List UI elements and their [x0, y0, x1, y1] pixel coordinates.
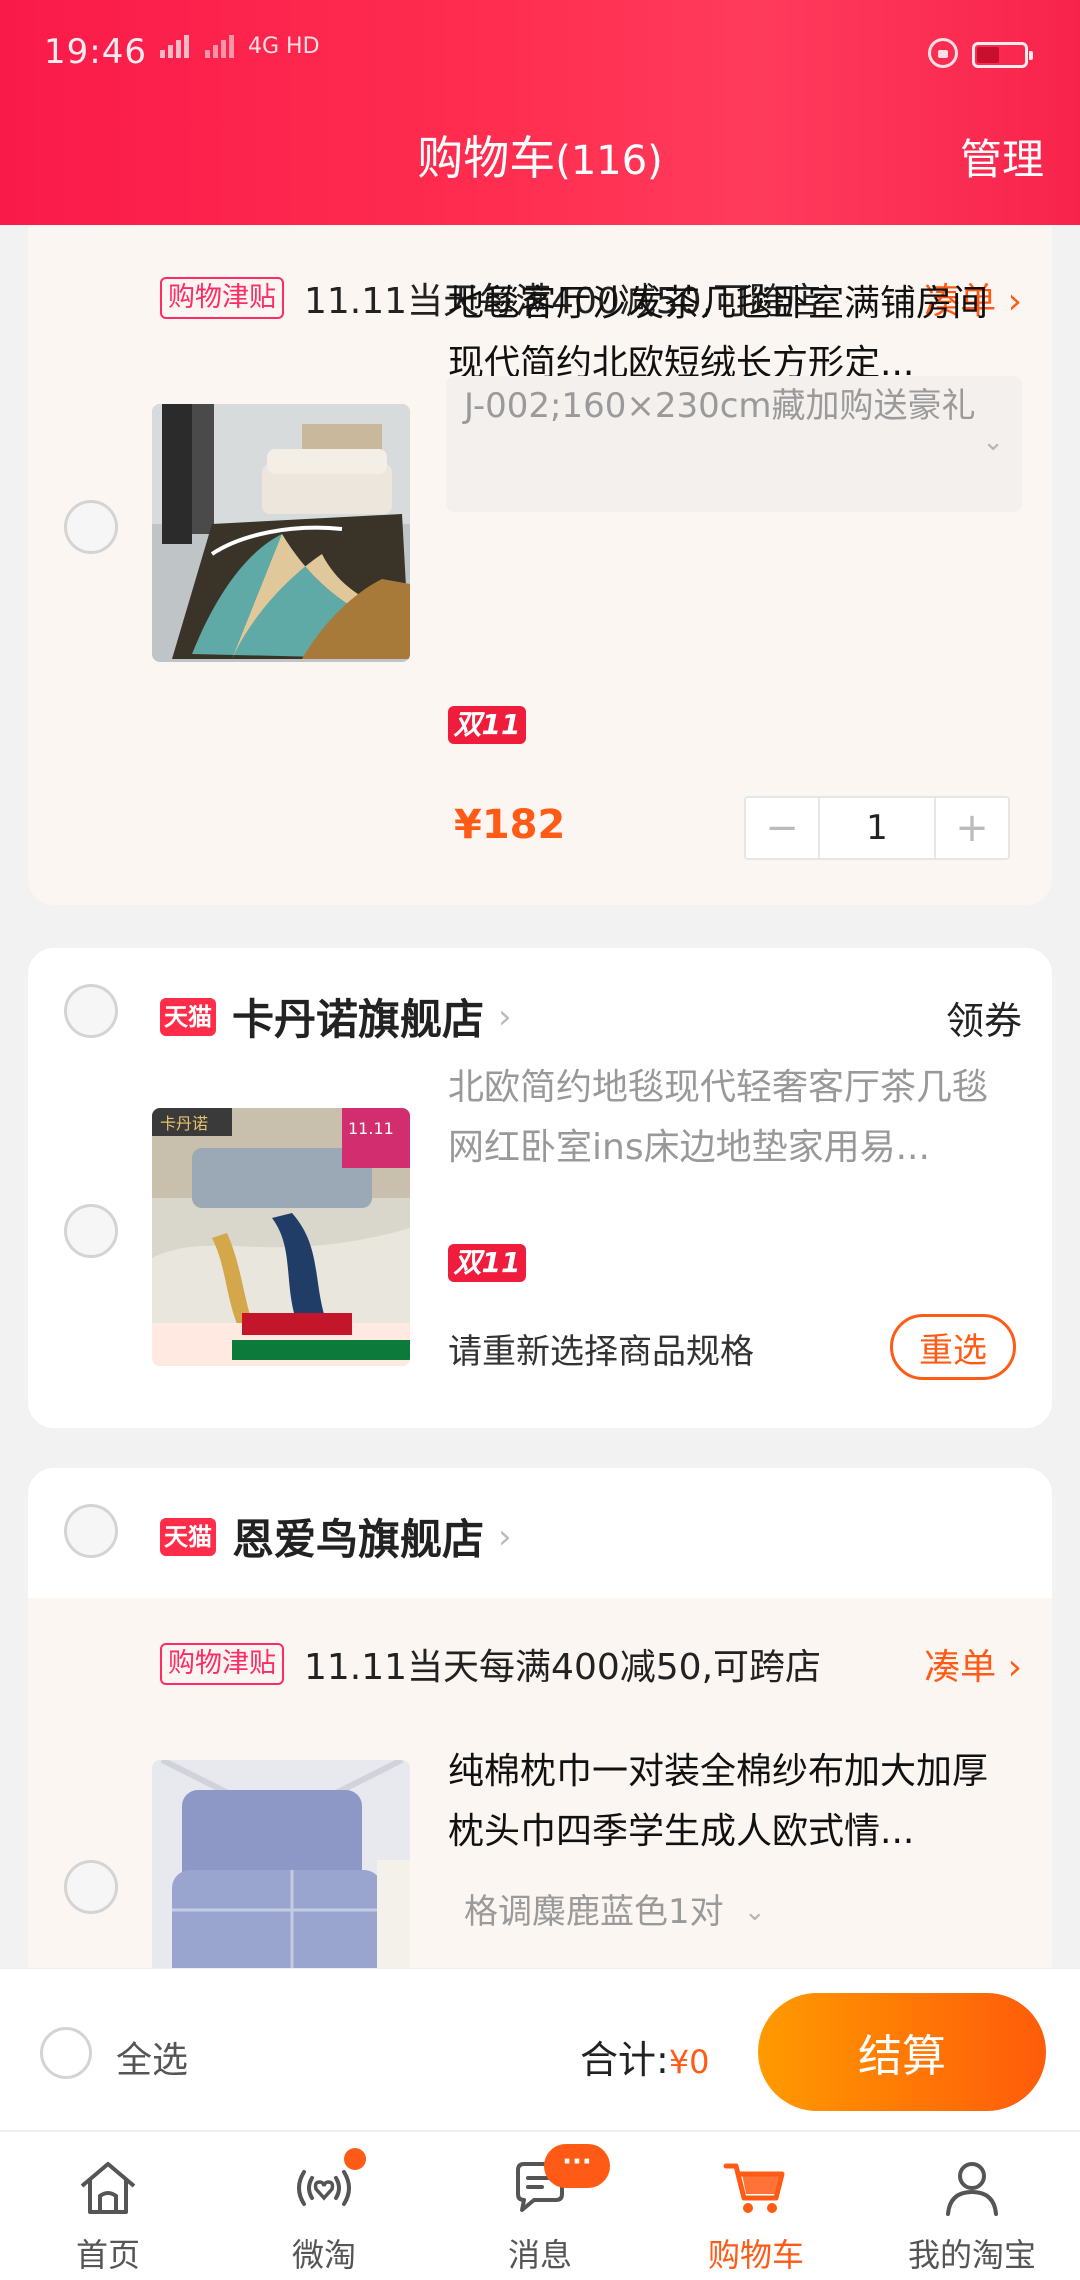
product-title[interactable]: 北欧简约地毯现代轻奢客厅茶几毯网红卧室ins床边地垫家用易...	[448, 1058, 1008, 1178]
tab-messages[interactable]: ··· 消息	[432, 2132, 648, 2280]
cart-icon	[723, 2163, 785, 2213]
product-title-text: 纯棉枕巾一对装全棉纱布加大加厚枕头巾四季学生成人欧式情...	[448, 1751, 989, 1852]
quantity-stepper: − 1 +	[744, 796, 1010, 860]
status-bar: 19:46 4G HD	[0, 0, 1080, 110]
increase-button[interactable]: +	[936, 798, 1008, 858]
tab-label: 首页	[75, 2236, 140, 2274]
tab-my-taobao[interactable]: 我的淘宝	[864, 2132, 1080, 2280]
reselect-prompt: 请重新选择商品规格	[448, 1332, 754, 1372]
product-title-text: 北欧简约地毯现代轻奢客厅茶几毯网红卧室ins床边地垫家用易...	[448, 1067, 989, 1168]
promo-tag: 购物津贴	[160, 277, 284, 319]
tab-label: 我的淘宝	[907, 2236, 1036, 2274]
product-image-rug-2[interactable]: 卡丹诺 11.11	[152, 1108, 410, 1366]
cart-group-3: 天猫 恩爱鸟旗舰店 › 购物津贴 11.11当天每满400减50,可跨店 凑单 …	[28, 1468, 1052, 1988]
chevron-right-icon: ›	[1007, 1647, 1022, 1688]
title-text: 购物车	[417, 131, 556, 185]
double11-badge: 双11	[448, 706, 526, 744]
total-amount: ¥0	[668, 2043, 710, 2081]
user-icon	[946, 2162, 998, 2216]
tab-label: 微淘	[291, 2236, 356, 2274]
shop-checkbox[interactable]	[64, 984, 118, 1038]
bottom-area: 全选 合计:¥0 结算 首页 微淘 ··· 消息 购物车 我的淘宝	[0, 1968, 1080, 2280]
lock-icon	[928, 38, 958, 68]
chevron-down-icon: ⌄	[743, 1897, 766, 1927]
coupon-button[interactable]: 领券	[946, 990, 1022, 1045]
total: 合计:¥0	[580, 2029, 710, 2084]
tab-home[interactable]: 首页	[0, 2132, 216, 2280]
sku-text: J-002;160×230cm藏加购送豪礼	[464, 386, 976, 426]
select-all-label[interactable]: 全选	[116, 2031, 188, 2083]
cart-count: (116)	[555, 138, 663, 184]
item-checkbox[interactable]	[64, 1204, 118, 1258]
svg-text:卡丹诺: 卡丹诺	[160, 1114, 208, 1133]
checkout-button[interactable]: 结算	[758, 1993, 1046, 2111]
product-title[interactable]: 纯棉枕巾一对装全棉纱布加大加厚枕头巾四季学生成人欧式情...	[448, 1742, 1008, 1862]
item-checkbox[interactable]	[64, 1860, 118, 1914]
message-badge: ···	[544, 2144, 610, 2188]
shop-name: 卡丹诺旗舰店	[232, 995, 485, 1044]
promo-row: 购物津贴 11.11当天每满400减50,可跨店	[160, 1638, 821, 1690]
promo-text: 11.11当天每满400减50,可跨店	[304, 1647, 822, 1688]
manage-button[interactable]: 管理	[960, 126, 1044, 187]
promo-tag: 购物津贴	[160, 1643, 284, 1685]
reselect-button[interactable]: 重选	[890, 1314, 1016, 1380]
chevron-right-icon: ›	[498, 1516, 512, 1557]
shop-checkbox[interactable]	[64, 1504, 118, 1558]
signal-icon: 4G HD	[158, 34, 320, 60]
decrease-button[interactable]: −	[746, 798, 818, 858]
item-checkbox[interactable]	[64, 500, 118, 554]
battery-icon	[972, 42, 1033, 68]
header-bar: 19:46 4G HD 购物车(116) 管理	[0, 0, 1080, 225]
product-image-rug[interactable]	[152, 404, 410, 662]
promo-link[interactable]: 凑单 ›	[924, 1638, 1022, 1690]
tab-weitao[interactable]: 微淘	[216, 2132, 432, 2280]
promo-link-label: 凑单	[924, 1647, 997, 1688]
price: ¥182	[454, 802, 566, 848]
select-all-checkbox[interactable]	[40, 2027, 92, 2079]
sku-text: 格调麋鹿蓝色1对	[464, 1892, 724, 1932]
chevron-down-icon: ⌄	[982, 427, 1004, 457]
tab-label: 购物车	[707, 2236, 804, 2274]
quantity-value[interactable]: 1	[818, 798, 936, 858]
network-label: 4G HD	[248, 34, 320, 59]
cart-group-1: 购物津贴 11.11当天每满400减50,可跨店 凑单 › 地毯客厅沙发茶几毯卧…	[28, 190, 1052, 905]
chevron-right-icon: ›	[1007, 281, 1022, 322]
sku-selector[interactable]: 格调麋鹿蓝色1对 ⌄	[446, 1882, 784, 1946]
checkout-bar: 全选 合计:¥0 结算	[0, 1968, 1080, 2130]
chevron-right-icon: ›	[498, 996, 512, 1037]
tab-cart[interactable]: 购物车	[648, 2132, 864, 2280]
double11-badge: 双11	[448, 1244, 526, 1282]
page-title: 购物车(116)	[0, 122, 1080, 188]
tmall-icon: 天猫	[160, 997, 216, 1036]
total-label: 合计:	[580, 2038, 669, 2082]
sku-selector[interactable]: J-002;160×230cm藏加购送豪礼 ⌄	[446, 376, 1022, 512]
svg-text:11.11: 11.11	[348, 1119, 394, 1138]
cart-group-2: 天猫 卡丹诺旗舰店 › 领券 卡丹诺 11.11 北欧简约地毯现代轻奢客厅茶几毯…	[28, 948, 1052, 1428]
shop-header[interactable]: 天猫 卡丹诺旗舰店 ›	[160, 986, 512, 1047]
product-title-text: 地毯客厅沙发茶几毯卧室满铺房间现代简约北欧短绒长方形定...	[448, 283, 989, 384]
shop-header[interactable]: 天猫 恩爱鸟旗舰店 ›	[160, 1506, 512, 1567]
notification-dot	[344, 2148, 366, 2170]
home-icon	[80, 2162, 136, 2214]
tab-bar: 首页 微淘 ··· 消息 购物车 我的淘宝	[0, 2130, 1080, 2280]
tmall-icon: 天猫	[160, 1517, 216, 1556]
product-image-pillow[interactable]	[152, 1760, 410, 1988]
shop-name: 恩爱鸟旗舰店	[232, 1515, 485, 1564]
tab-label: 消息	[507, 2236, 572, 2274]
status-time: 19:46	[44, 32, 147, 72]
